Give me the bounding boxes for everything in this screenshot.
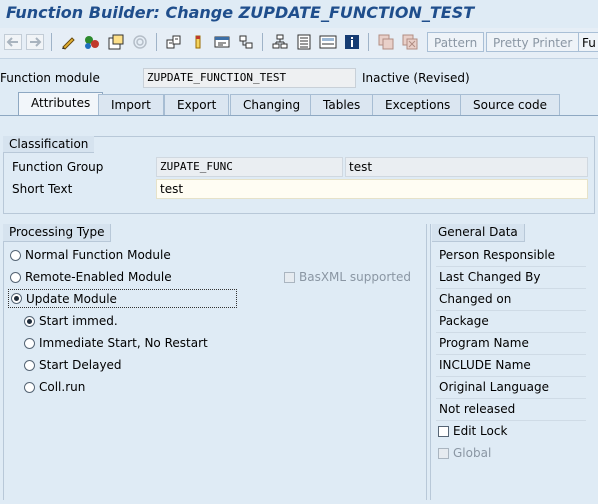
tab-changing[interactable]: Changing (230, 94, 314, 115)
radio-circle (24, 315, 35, 327)
tab-strip: Attributes Import Export Changing Tables… (0, 92, 598, 116)
checkbox-box (438, 447, 449, 459)
toolbar-separator (368, 33, 369, 51)
radio-label: Update Module (26, 291, 117, 306)
short-text-field[interactable]: test (156, 179, 588, 199)
checkbox-label: Edit Lock (453, 424, 508, 438)
function-button[interactable]: Fu (578, 32, 598, 52)
short-text-label: Short Text (12, 182, 73, 196)
radio-immediate-start-no-restart[interactable]: Immediate Start, No Restart (24, 336, 208, 350)
tab-attributes[interactable]: Attributes (18, 92, 104, 116)
hierarchy-icon[interactable] (270, 32, 290, 52)
radio-circle (24, 381, 35, 393)
radio-start-immed[interactable]: Start immed. (24, 314, 118, 328)
function-group-field[interactable]: ZUPATE_FUNC (156, 157, 343, 177)
checkbox-box (438, 425, 449, 437)
other-object-icon[interactable] (106, 32, 126, 52)
radio-circle (24, 337, 35, 349)
tab-tables[interactable]: Tables (310, 94, 374, 115)
global-checkbox: Global (438, 446, 491, 460)
radio-update-module[interactable]: Update Module (8, 289, 237, 308)
edit-lock-checkbox[interactable]: Edit Lock (438, 424, 507, 438)
original-language-label: Original Language (439, 380, 549, 394)
tab-import[interactable]: Import (98, 94, 164, 115)
radio-circle (11, 293, 22, 304)
basxml-checkbox: BasXML supported (284, 270, 411, 284)
person-responsible-label: Person Responsible (439, 248, 556, 262)
toggle-display-change-icon[interactable] (82, 32, 102, 52)
delete-icon[interactable] (400, 32, 420, 52)
edit-pencil-icon[interactable] (58, 32, 78, 52)
radio-circle (10, 271, 21, 283)
toolbar-separator (51, 33, 52, 51)
pretty-printer-button[interactable]: Pretty Printer (486, 32, 580, 52)
release-status-label: Not released (439, 402, 516, 416)
radio-normal-function-module[interactable]: Normal Function Module (10, 248, 171, 262)
radio-label: Start Delayed (39, 358, 122, 372)
radio-label: Coll.run (39, 380, 86, 394)
radio-label: Remote-Enabled Module (25, 270, 172, 284)
radio-selected-dot (27, 318, 32, 324)
back-arrow-icon[interactable] (3, 32, 23, 52)
include-name-label: INCLUDE Name (439, 358, 531, 372)
radio-circle (10, 249, 21, 261)
radio-label: Immediate Start, No Restart (39, 336, 208, 350)
checkbox-box (284, 271, 295, 283)
field-underline (436, 266, 586, 267)
layout-icon[interactable] (318, 32, 338, 52)
field-underline (436, 376, 586, 377)
package-label: Package (439, 314, 489, 328)
radio-circle (24, 359, 35, 371)
pattern-button[interactable]: Pattern (427, 32, 485, 52)
field-underline (436, 420, 586, 421)
function-group-description: test (345, 157, 588, 177)
radio-start-delayed[interactable]: Start Delayed (24, 358, 122, 372)
activate-icon[interactable] (164, 32, 184, 52)
window-title: Function Builder: Change ZUPDATE_FUNCTIO… (6, 3, 475, 22)
toolbar-separator (262, 33, 263, 51)
toolbar-separator (156, 33, 157, 51)
field-underline (436, 332, 586, 333)
function-module-field[interactable]: ZUPDATE_FUNCTION_TEST (143, 68, 356, 88)
function-module-label: Function module (0, 71, 100, 85)
where-used-icon[interactable] (130, 32, 150, 52)
last-changed-by-label: Last Changed By (439, 270, 541, 284)
radio-selected-dot (14, 296, 19, 301)
checkbox-label: Global (453, 446, 492, 460)
radio-remote-enabled-module[interactable]: Remote-Enabled Module (10, 270, 172, 284)
tab-source-code[interactable]: Source code (460, 94, 560, 115)
general-data-header: General Data (432, 224, 525, 242)
radio-label: Normal Function Module (25, 248, 171, 262)
check-icon[interactable] (188, 32, 208, 52)
tab-export[interactable]: Export (164, 94, 230, 115)
navigation-window-icon[interactable] (294, 32, 314, 52)
function-group-label: Function Group (12, 160, 104, 174)
radio-coll-run[interactable]: Coll.run (24, 380, 85, 394)
radio-label: Start immed. (39, 314, 118, 328)
field-underline (436, 288, 586, 289)
field-underline (436, 354, 586, 355)
field-underline (436, 310, 586, 311)
tab-exceptions[interactable]: Exceptions (372, 94, 464, 115)
display-object-list-icon[interactable] (236, 32, 256, 52)
tab-baseline (0, 115, 598, 116)
field-underline (436, 398, 586, 399)
test-icon[interactable] (212, 32, 232, 52)
classification-header: Classification (3, 136, 95, 153)
processing-type-header: Processing Type (3, 224, 112, 242)
function-module-status: Inactive (Revised) (362, 71, 470, 85)
changed-on-label: Changed on (439, 292, 512, 306)
copy-icon[interactable] (376, 32, 396, 52)
checkbox-label: BasXML supported (299, 270, 411, 284)
program-name-label: Program Name (439, 336, 529, 350)
application-toolbar: Pattern Pretty Printer Fu (0, 28, 598, 59)
title-bar: Function Builder: Change ZUPDATE_FUNCTIO… (0, 0, 598, 28)
forward-arrow-icon[interactable] (25, 32, 45, 52)
info-icon[interactable] (342, 32, 362, 52)
